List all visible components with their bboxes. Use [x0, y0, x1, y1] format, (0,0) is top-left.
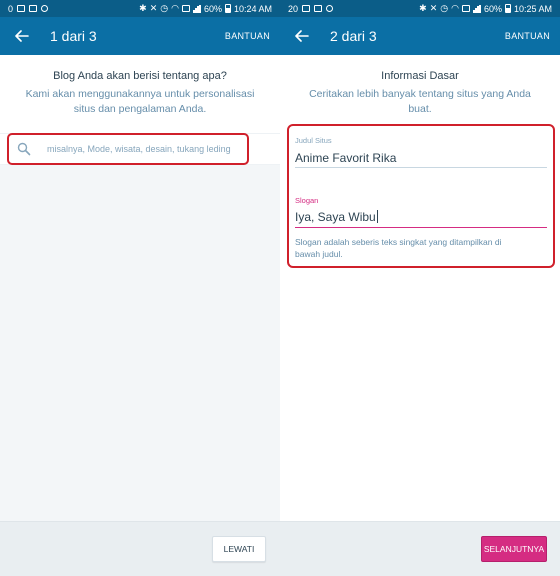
site-title-underline — [295, 167, 547, 168]
notification-count: 20 — [288, 3, 299, 14]
screen-step-1: 0 ✱ ✕ ◷ ◠ 60% 10:24 AM 1 dari 3 BANTUAN … — [0, 0, 280, 576]
gallery-notification-icon — [314, 5, 323, 12]
screen-step-2: 20 ✱ ✕ ◷ ◠ 60% 10:25 AM 2 dari 3 BANTUAN… — [280, 0, 560, 576]
image-notification-icon — [17, 5, 26, 12]
search-icon — [17, 142, 31, 156]
mute-icon: ✕ — [149, 3, 158, 13]
gallery-notification-icon — [29, 5, 38, 12]
status-right: ✱ ✕ ◷ ◠ 60% 10:24 AM — [139, 3, 272, 14]
help-button[interactable]: BANTUAN — [505, 31, 550, 41]
skip-button[interactable]: LEWATI — [212, 536, 266, 562]
tagline-underline — [295, 227, 547, 228]
text-caret — [376, 210, 378, 223]
signal-icon — [192, 4, 201, 13]
app-notification-icon — [326, 5, 334, 12]
status-left: 0 — [8, 3, 49, 14]
battery-icon — [224, 4, 231, 13]
wifi-icon: ◠ — [171, 3, 179, 13]
help-button[interactable]: BANTUAN — [225, 31, 270, 41]
tagline-value: Iya, Saya Wibu — [295, 210, 376, 224]
sim-icon — [461, 5, 470, 12]
arrow-left-icon — [295, 30, 309, 42]
image-notification-icon — [302, 5, 311, 12]
status-bar: 0 ✱ ✕ ◷ ◠ 60% 10:24 AM — [0, 0, 280, 17]
alarm-icon: ◷ — [160, 3, 169, 13]
tagline-hint: Slogan adalah seberis teks singkat yang … — [295, 237, 502, 259]
tagline-input[interactable]: Iya, Saya Wibu — [295, 210, 378, 224]
next-button[interactable]: SELANJUTNYA — [481, 536, 547, 562]
sim-icon — [181, 5, 190, 12]
app-notification-icon — [41, 5, 49, 12]
back-button[interactable] — [290, 24, 314, 48]
page-heading: Informasi Dasar — [381, 70, 459, 82]
wifi-icon: ◠ — [451, 3, 459, 13]
app-bar: 1 dari 3 BANTUAN — [0, 17, 280, 55]
alarm-icon: ◷ — [440, 3, 449, 13]
status-right: ✱ ✕ ◷ ◠ 60% 10:25 AM — [419, 3, 552, 14]
battery-percent: 60% — [483, 3, 502, 14]
arrow-left-icon — [15, 30, 29, 42]
clock: 10:24 AM — [233, 3, 272, 14]
screenshot-pair: 0 ✱ ✕ ◷ ◠ 60% 10:24 AM 1 dari 3 BANTUAN … — [0, 0, 560, 576]
status-left: 20 — [288, 3, 334, 14]
app-bar: 2 dari 3 BANTUAN — [280, 17, 560, 55]
page-subtitle: Kami akan menggunakannya untuk personali… — [25, 88, 255, 115]
notification-count: 0 — [8, 3, 14, 14]
page-subtitle: Ceritakan lebih banyak tentang situs yan… — [309, 88, 531, 115]
step-title: 1 dari 3 — [50, 28, 97, 44]
battery-icon — [504, 4, 511, 13]
bluetooth-icon: ✱ — [139, 3, 147, 13]
search-field[interactable] — [7, 133, 249, 165]
site-title-label: Judul Situs — [295, 136, 332, 145]
mute-icon: ✕ — [429, 3, 438, 13]
bluetooth-icon: ✱ — [419, 3, 427, 13]
basic-info-form: Judul Situs Anime Favorit Rika Slogan Iy… — [287, 124, 555, 268]
signal-icon — [472, 4, 481, 13]
status-bar: 20 ✱ ✕ ◷ ◠ 60% 10:25 AM — [280, 0, 560, 17]
content-background — [0, 165, 280, 521]
back-button[interactable] — [10, 24, 34, 48]
battery-percent: 60% — [203, 3, 222, 14]
search-input[interactable] — [47, 144, 237, 154]
clock: 10:25 AM — [513, 3, 552, 14]
site-title-input[interactable]: Anime Favorit Rika — [295, 151, 396, 165]
page-heading: Blog Anda akan berisi tentang apa? — [53, 70, 227, 82]
step-title: 2 dari 3 — [330, 28, 377, 44]
tagline-label: Slogan — [295, 196, 319, 205]
